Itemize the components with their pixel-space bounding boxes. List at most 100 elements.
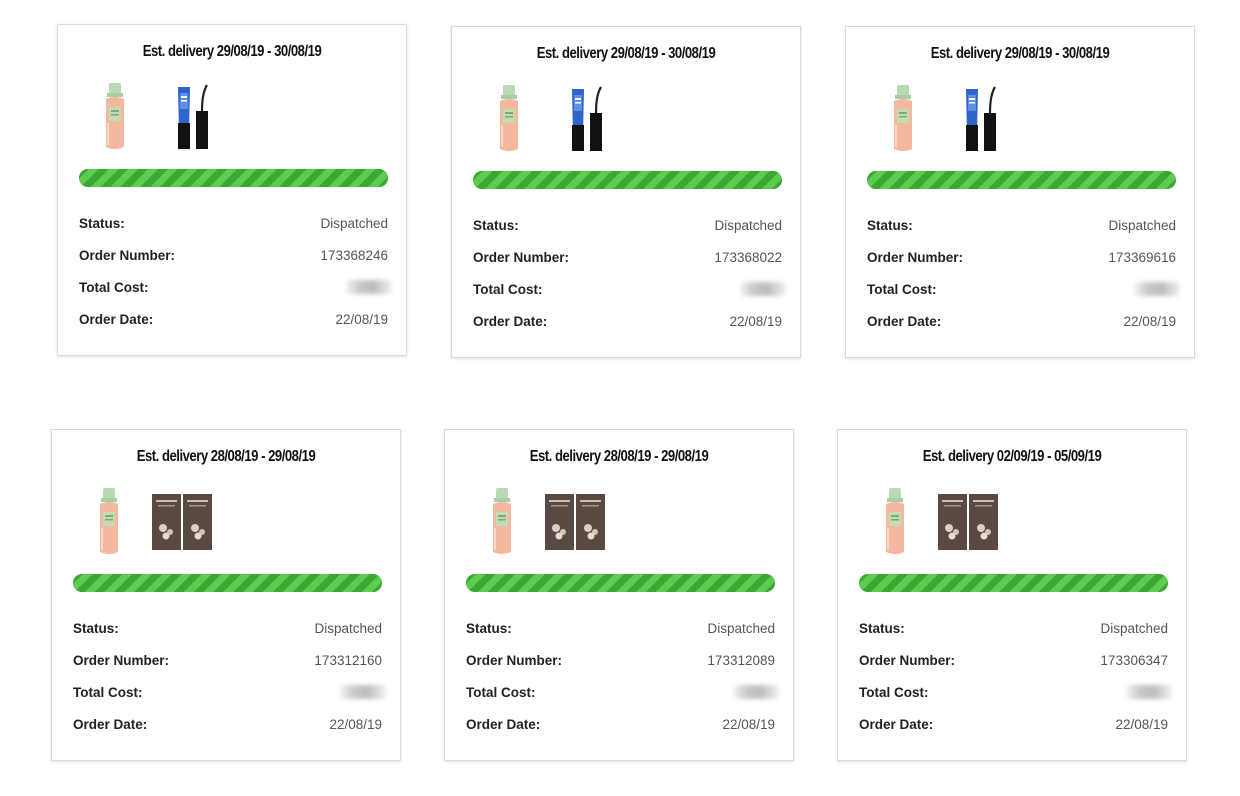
- order-number-label: Order Number:: [859, 652, 956, 668]
- order-card[interactable]: Est. delivery 29/08/19 - 30/08/19 Status…: [451, 26, 801, 358]
- sample-sachets-image[interactable]: [938, 494, 998, 550]
- delivery-progress-fill: [73, 574, 382, 592]
- total-cost-value-redacted: [1126, 685, 1172, 699]
- sample-sachets-image[interactable]: [545, 494, 605, 550]
- order-date-value: 22/08/19: [729, 313, 782, 329]
- status-value: Dispatched: [1100, 620, 1168, 636]
- status-row: Status: Dispatched: [466, 612, 775, 644]
- toner-bottle-image[interactable]: [496, 85, 522, 153]
- status-label: Status:: [79, 215, 125, 231]
- order-date-label: Order Date:: [73, 716, 148, 732]
- status-label: Status:: [73, 620, 119, 636]
- total-cost-label: Total Cost:: [466, 684, 536, 700]
- order-date-row: Order Date: 22/08/19: [859, 708, 1168, 740]
- order-details: Status: Dispatched Order Number: 1733063…: [859, 612, 1172, 740]
- order-details: Status: Dispatched Order Number: 1733121…: [73, 612, 386, 740]
- toner-bottle-image[interactable]: [882, 488, 908, 556]
- order-number-label: Order Number:: [79, 247, 176, 263]
- total-cost-row: Total Cost:: [79, 271, 392, 303]
- order-card[interactable]: Est. delivery 29/08/19 - 30/08/19 Status…: [845, 26, 1195, 358]
- order-date-value: 22/08/19: [1123, 313, 1176, 329]
- toner-bottle-image[interactable]: [489, 488, 515, 556]
- order-number-label: Order Number:: [867, 249, 964, 265]
- total-cost-row: Total Cost:: [859, 676, 1172, 708]
- est-delivery-title: Est. delivery 28/08/19 - 29/08/19: [136, 448, 316, 465]
- est-delivery-title: Est. delivery 29/08/19 - 30/08/19: [536, 45, 716, 62]
- total-cost-value-redacted: [733, 685, 779, 699]
- status-row: Status: Dispatched: [867, 209, 1176, 241]
- order-details: Status: Dispatched Order Number: 1733680…: [473, 209, 786, 337]
- product-thumbnails: [496, 85, 676, 155]
- order-number-label: Order Number:: [466, 652, 563, 668]
- status-value: Dispatched: [1108, 217, 1176, 233]
- order-details: Status: Dispatched Order Number: 1733696…: [867, 209, 1180, 337]
- total-cost-row: Total Cost:: [867, 273, 1180, 305]
- status-label: Status:: [867, 217, 913, 233]
- order-card[interactable]: Est. delivery 02/09/19 - 05/09/19 Status…: [837, 429, 1187, 761]
- product-thumbnails: [102, 83, 282, 153]
- delivery-progress-fill: [473, 171, 782, 189]
- order-card[interactable]: Est. delivery 29/08/19 - 30/08/19 Status…: [57, 24, 407, 356]
- mascara-image[interactable]: [174, 83, 214, 149]
- toner-bottle-image[interactable]: [102, 83, 128, 151]
- total-cost-value-redacted: [340, 685, 386, 699]
- est-delivery-title: Est. delivery 29/08/19 - 30/08/19: [142, 43, 322, 60]
- total-cost-row: Total Cost:: [466, 676, 779, 708]
- order-date-row: Order Date: 22/08/19: [79, 303, 388, 335]
- delivery-progress-bar: [79, 169, 388, 187]
- order-date-label: Order Date:: [859, 716, 934, 732]
- product-thumbnails: [882, 488, 1062, 558]
- order-number-row: Order Number: 173312160: [73, 644, 382, 676]
- total-cost-label: Total Cost:: [73, 684, 143, 700]
- order-number-value[interactable]: 173368022: [714, 250, 782, 265]
- status-value: Dispatched: [707, 620, 775, 636]
- status-label: Status:: [466, 620, 512, 636]
- total-cost-label: Total Cost:: [473, 281, 543, 297]
- order-date-value: 22/08/19: [329, 716, 382, 732]
- order-date-label: Order Date:: [79, 311, 154, 327]
- delivery-progress-fill: [79, 169, 388, 187]
- order-card[interactable]: Est. delivery 28/08/19 - 29/08/19 Status…: [444, 429, 794, 761]
- total-cost-label: Total Cost:: [79, 279, 149, 295]
- est-delivery-title: Est. delivery 28/08/19 - 29/08/19: [529, 448, 709, 465]
- delivery-progress-bar: [473, 171, 782, 189]
- delivery-progress-bar: [466, 574, 775, 592]
- total-cost-label: Total Cost:: [867, 281, 937, 297]
- order-date-label: Order Date:: [473, 313, 548, 329]
- sample-sachets-image[interactable]: [152, 494, 212, 550]
- order-number-value[interactable]: 173306347: [1100, 653, 1168, 668]
- delivery-progress-bar: [73, 574, 382, 592]
- order-number-row: Order Number: 173306347: [859, 644, 1168, 676]
- est-delivery-title: Est. delivery 29/08/19 - 30/08/19: [930, 45, 1110, 62]
- order-number-value[interactable]: 173369616: [1108, 250, 1176, 265]
- order-number-value[interactable]: 173368246: [320, 248, 388, 263]
- order-number-row: Order Number: 173369616: [867, 241, 1176, 273]
- toner-bottle-image[interactable]: [890, 85, 916, 153]
- total-cost-value-redacted: [1134, 282, 1180, 296]
- total-cost-row: Total Cost:: [73, 676, 386, 708]
- total-cost-row: Total Cost:: [473, 273, 786, 305]
- order-date-value: 22/08/19: [722, 716, 775, 732]
- order-date-row: Order Date: 22/08/19: [73, 708, 382, 740]
- order-date-row: Order Date: 22/08/19: [466, 708, 775, 740]
- order-details: Status: Dispatched Order Number: 1733120…: [466, 612, 779, 740]
- delivery-progress-fill: [466, 574, 775, 592]
- mascara-image[interactable]: [962, 85, 1002, 151]
- status-label: Status:: [859, 620, 905, 636]
- order-number-value[interactable]: 173312089: [707, 653, 775, 668]
- order-number-label: Order Number:: [473, 249, 570, 265]
- order-date-label: Order Date:: [466, 716, 541, 732]
- status-row: Status: Dispatched: [859, 612, 1168, 644]
- delivery-progress-fill: [867, 171, 1176, 189]
- order-card[interactable]: Est. delivery 28/08/19 - 29/08/19 Status…: [51, 429, 401, 761]
- product-thumbnails: [489, 488, 669, 558]
- order-details: Status: Dispatched Order Number: 1733682…: [79, 207, 392, 335]
- order-date-value: 22/08/19: [335, 311, 388, 327]
- mascara-image[interactable]: [568, 85, 608, 151]
- status-row: Status: Dispatched: [473, 209, 782, 241]
- status-label: Status:: [473, 217, 519, 233]
- toner-bottle-image[interactable]: [96, 488, 122, 556]
- total-cost-label: Total Cost:: [859, 684, 929, 700]
- order-number-value[interactable]: 173312160: [314, 653, 382, 668]
- delivery-progress-bar: [859, 574, 1168, 592]
